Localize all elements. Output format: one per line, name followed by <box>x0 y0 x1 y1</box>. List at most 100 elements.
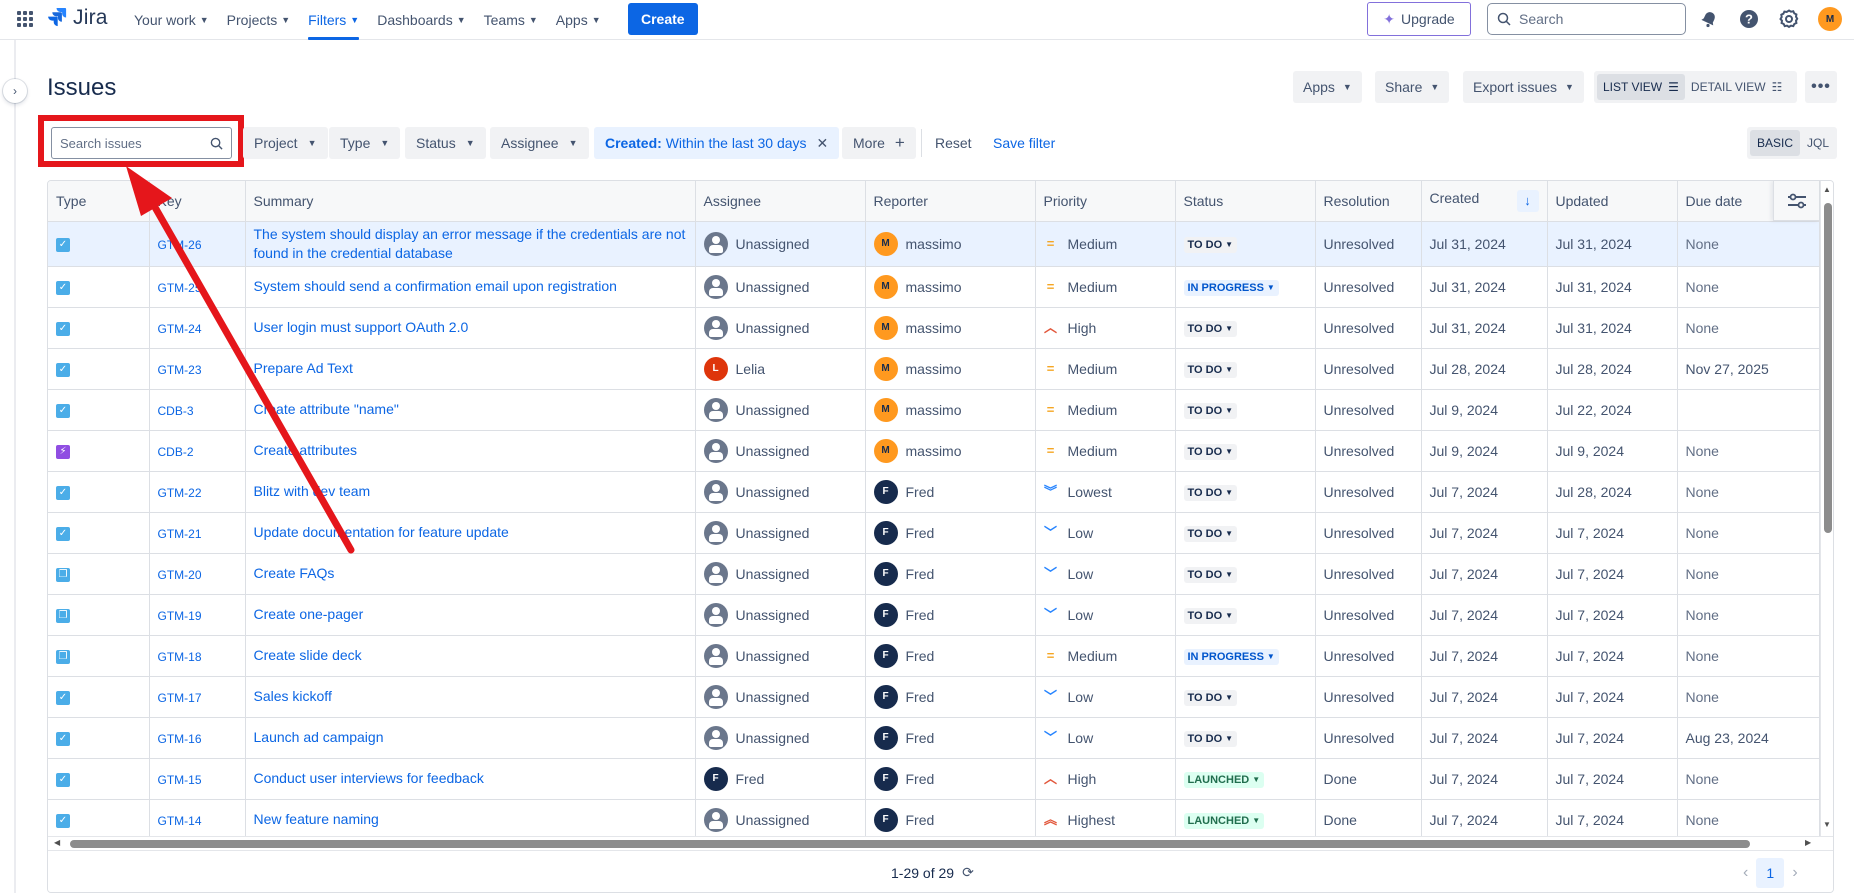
issue-key-link[interactable]: GTM-24 <box>158 322 202 336</box>
cell-assignee[interactable]: Unassigned <box>695 799 866 841</box>
settings-icon[interactable] <box>1778 8 1800 30</box>
status-dropdown[interactable]: TO DO ▼ <box>1183 320 1238 337</box>
user-avatar[interactable]: M <box>1818 7 1842 31</box>
issue-key-link[interactable]: GTM-19 <box>158 609 202 623</box>
upgrade-button[interactable]: ✦ Upgrade <box>1367 2 1471 36</box>
issue-key-link[interactable]: GTM-16 <box>158 732 202 746</box>
list-view-button[interactable]: LIST VIEW ☰ <box>1597 74 1685 100</box>
cell-priority[interactable]: = Medium <box>1035 266 1176 308</box>
cell-due-date[interactable]: None <box>1677 471 1820 513</box>
issue-summary-link[interactable]: User login must support OAuth 2.0 <box>254 319 469 335</box>
next-page-icon[interactable]: › <box>1792 864 1797 882</box>
issue-summary-link[interactable]: Blitz with dev team <box>254 483 371 499</box>
cell-priority[interactable]: = Medium <box>1035 221 1176 267</box>
cell-assignee[interactable]: Unassigned <box>695 594 866 636</box>
cell-assignee[interactable]: Unassigned <box>695 221 866 267</box>
issue-summary-link[interactable]: Create one-pager <box>254 606 364 622</box>
expand-sidebar-button[interactable]: › <box>3 79 27 103</box>
table-row[interactable]: ✓ GTM-25 System should send a confirmation… <box>48 266 1820 308</box>
status-dropdown[interactable]: LAUNCHED ▼ <box>1183 812 1265 829</box>
create-button[interactable]: Create <box>628 3 698 35</box>
column-header-type[interactable]: Type <box>48 181 150 222</box>
table-row[interactable]: ⚡ CDB-2 Create attributes Unassigned Mmassim… <box>48 430 1820 472</box>
nav-filters[interactable]: Filters ▼ <box>299 0 368 40</box>
cell-due-date[interactable]: None <box>1677 512 1820 554</box>
search-issues-input[interactable] <box>60 135 210 151</box>
column-header-resolution[interactable]: Resolution <box>1315 181 1422 222</box>
detail-view-button[interactable]: DETAIL VIEW ☷ <box>1685 74 1788 100</box>
issue-key-link[interactable]: GTM-26 <box>158 238 202 252</box>
cell-due-date[interactable]: None <box>1677 635 1820 677</box>
issue-key-link[interactable]: GTM-25 <box>158 281 202 295</box>
previous-page-icon[interactable]: ‹ <box>1743 864 1748 882</box>
cell-due-date[interactable]: Nov 27, 2025 <box>1677 348 1820 390</box>
issue-summary-link[interactable]: Create slide deck <box>254 647 362 663</box>
apps-button[interactable]: Apps ▼ <box>1293 71 1362 103</box>
horizontal-scrollbar[interactable]: ◀ ▶ <box>48 836 1833 850</box>
issue-key-link[interactable]: CDB-3 <box>158 404 194 418</box>
cell-priority[interactable]: ︾ Lowest <box>1035 471 1176 513</box>
cell-priority[interactable]: = Medium <box>1035 348 1176 390</box>
cell-due-date[interactable]: None <box>1677 266 1820 308</box>
status-dropdown[interactable]: IN PROGRESS ▼ <box>1183 648 1279 665</box>
issue-key-link[interactable]: GTM-20 <box>158 568 202 582</box>
jira-logo[interactable]: Jira <box>47 6 108 30</box>
issue-key-link[interactable]: GTM-15 <box>158 773 202 787</box>
column-header-reporter[interactable]: Reporter <box>865 181 1036 222</box>
cell-priority[interactable]: = Medium <box>1035 430 1176 472</box>
cell-priority[interactable]: ︿ High <box>1035 758 1176 800</box>
filter-status-button[interactable]: Status ▼ <box>405 127 486 159</box>
column-header-summary[interactable]: Summary <box>245 181 696 222</box>
cell-assignee[interactable]: L Lelia <box>695 348 866 390</box>
table-row[interactable]: ✓ GTM-23 Prepare Ad Text L Lelia Mmassimo = Med… <box>48 348 1820 390</box>
basic-mode-button[interactable]: BASIC <box>1750 130 1801 156</box>
status-dropdown[interactable]: TO DO ▼ <box>1183 484 1238 501</box>
share-button[interactable]: Share ▼ <box>1375 71 1450 103</box>
status-dropdown[interactable]: TO DO ▼ <box>1183 689 1238 706</box>
cell-priority[interactable]: ﹀ Low <box>1035 717 1176 759</box>
column-header-assignee[interactable]: Assignee <box>695 181 866 222</box>
column-header-updated[interactable]: Updated <box>1547 181 1678 222</box>
status-dropdown[interactable]: TO DO ▼ <box>1183 566 1238 583</box>
table-row[interactable]: ✓ CDB-3 Create attribute "name" Unassigned M… <box>48 389 1820 431</box>
status-dropdown[interactable]: LAUNCHED ▼ <box>1183 771 1265 788</box>
issue-summary-link[interactable]: New feature naming <box>254 811 379 827</box>
status-dropdown[interactable]: TO DO ▼ <box>1183 525 1238 542</box>
table-row[interactable]: ❐ GTM-19 Create one-pager Unassigned F Fred ﹀ L… <box>48 594 1820 636</box>
column-header-priority[interactable]: Priority <box>1035 181 1176 222</box>
table-row[interactable]: ✓ GTM-14 New feature naming Unassigned F Fred… <box>48 799 1820 841</box>
issue-summary-link[interactable]: Launch ad campaign <box>254 729 384 745</box>
scroll-down-icon[interactable]: ▼ <box>1823 820 1831 829</box>
cell-due-date[interactable]: None <box>1677 676 1820 718</box>
save-filter-button[interactable]: Save filter <box>993 127 1055 159</box>
issue-key-link[interactable]: GTM-14 <box>158 814 202 828</box>
refresh-icon[interactable]: ⟳ <box>962 864 974 881</box>
table-row[interactable]: ❐ GTM-20 Create FAQs Unassigned F Fred ﹀ Low TO … <box>48 553 1820 595</box>
vertical-scrollbar[interactable]: ▲ ▼ <box>1820 181 1833 836</box>
cell-due-date[interactable]: Aug 23, 2024 <box>1677 717 1820 759</box>
cell-assignee[interactable]: Unassigned <box>695 676 866 718</box>
cell-due-date[interactable]: None <box>1677 221 1820 267</box>
issue-summary-link[interactable]: The system should display an error messa… <box>254 226 686 261</box>
column-header-key[interactable]: Key <box>149 181 246 222</box>
cell-assignee[interactable]: Unassigned <box>695 553 866 595</box>
filter-assignee-button[interactable]: Assignee ▼ <box>490 127 589 159</box>
cell-due-date[interactable]: None <box>1677 758 1820 800</box>
help-icon[interactable]: ? <box>1738 8 1760 30</box>
status-dropdown[interactable]: IN PROGRESS ▼ <box>1183 279 1279 296</box>
cell-assignee[interactable]: Unassigned <box>695 512 866 554</box>
more-actions-button[interactable]: ••• <box>1805 71 1837 103</box>
issue-key-link[interactable]: GTM-21 <box>158 527 202 541</box>
cell-assignee[interactable]: Unassigned <box>695 635 866 677</box>
issue-key-link[interactable]: CDB-2 <box>158 445 194 459</box>
column-header-created[interactable]: Created ↓ <box>1421 181 1548 222</box>
status-dropdown[interactable]: TO DO ▼ <box>1183 443 1238 460</box>
cell-priority[interactable]: = Medium <box>1035 635 1176 677</box>
table-row[interactable]: ✓ GTM-22 Blitz with dev team Unassigned F Fre… <box>48 471 1820 513</box>
issue-summary-link[interactable]: System should send a confirmation email … <box>254 278 617 294</box>
table-row[interactable]: ❐ GTM-18 Create slide deck Unassigned F Fred =… <box>48 635 1820 677</box>
reset-button[interactable]: Reset <box>935 127 972 159</box>
issue-summary-link[interactable]: Conduct user interviews for feedback <box>254 770 484 786</box>
cell-due-date[interactable]: None <box>1677 594 1820 636</box>
issue-key-link[interactable]: GTM-17 <box>158 691 202 705</box>
